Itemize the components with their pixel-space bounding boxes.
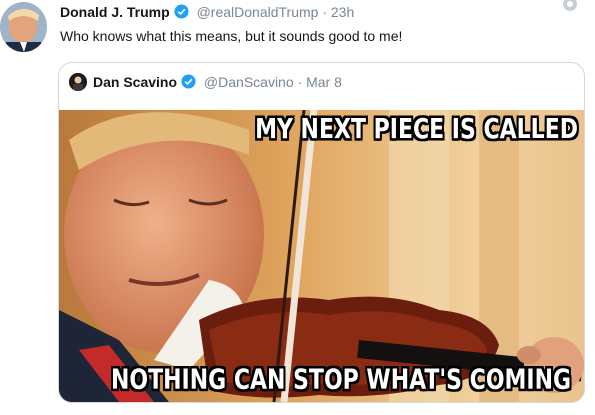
avatar[interactable]	[0, 2, 47, 52]
tweet-time[interactable]: 23h	[331, 4, 354, 20]
separator: ·	[297, 74, 303, 90]
quoted-tweet-header: Dan Scavino @DanScavino · Mar 8	[69, 73, 342, 92]
quoted-avatar[interactable]	[69, 73, 87, 91]
quoted-tweet-image[interactable]: MY NEXT PIECE IS CALLED NOTHING CAN STOP…	[59, 110, 584, 402]
author-handle[interactable]: @realDonaldTrump	[197, 4, 319, 20]
quoted-tweet-date[interactable]: Mar 8	[306, 74, 342, 90]
quoted-author-handle[interactable]: @DanScavino	[204, 74, 294, 90]
tweet-text: Who knows what this means, but it sounds…	[60, 28, 403, 44]
quoted-author-name[interactable]: Dan Scavino	[93, 74, 177, 90]
verified-badge-icon	[174, 4, 189, 22]
meme-caption-bottom: NOTHING CAN STOP WHAT'S COMING	[111, 364, 572, 396]
tweet-header: Donald J. Trump @realDonaldTrump · 23h	[60, 4, 354, 24]
circle-icon[interactable]	[560, 0, 586, 19]
separator: ·	[322, 4, 327, 20]
verified-badge-icon	[181, 74, 196, 92]
author-name[interactable]: Donald J. Trump	[60, 4, 170, 20]
meme-caption-top: MY NEXT PIECE IS CALLED	[255, 114, 578, 146]
quoted-tweet-card[interactable]: Dan Scavino @DanScavino · Mar 8 MY NEXT …	[58, 62, 585, 403]
